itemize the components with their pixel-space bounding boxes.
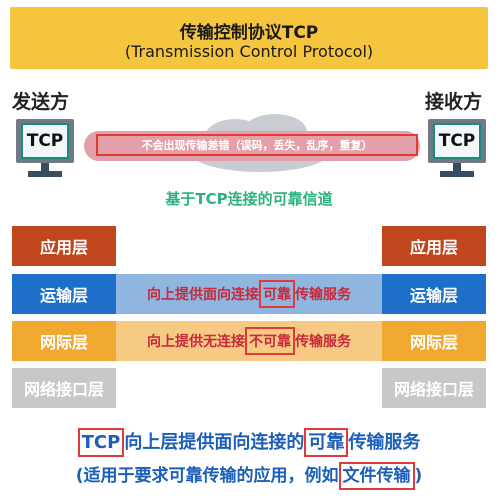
reliable-channel-label: 基于TCP连接的可靠信道: [165, 190, 333, 208]
right-application-layer: 应用层: [382, 226, 486, 266]
receiver-tcp-screen: TCP: [433, 123, 481, 159]
summary-reliable-highlight: 可靠: [304, 428, 349, 457]
left-application-layer: 应用层: [12, 226, 116, 266]
summary-line1-end: 传输服务: [348, 432, 421, 453]
summary-tcp-highlight: TCP: [77, 428, 125, 457]
reliable-highlight: 可靠: [259, 280, 295, 308]
summary-line2-end: ): [414, 466, 423, 486]
right-network-layer: 网际层: [382, 321, 486, 361]
summary-line-2: (适用于要求可靠传输的应用，例如 文件传输): [0, 461, 498, 490]
network-band-prefix: 向上提供无连接: [147, 334, 245, 350]
left-network-layer: 网际层: [12, 321, 116, 361]
sender-computer-icon: TCP: [16, 119, 74, 177]
sender-label: 发送方: [12, 91, 70, 113]
summary-line-1: TCP 向上层提供面向连接的 可靠 传输服务: [0, 428, 498, 457]
title-main: 传输控制协议TCP: [179, 23, 319, 43]
receiver-label: 接收方: [425, 91, 483, 113]
left-transport-layer: 运输层: [12, 274, 116, 314]
right-link-layer: 网络接口层: [382, 368, 486, 408]
receiver-computer-icon: TCP: [428, 119, 486, 177]
network-band-suffix: 传输服务: [295, 334, 351, 350]
file-transfer-highlight: 文件传输: [338, 462, 415, 490]
pipe-guarantee-text: 不会出现传输差错（误码，丢失，乱序，重复）: [96, 134, 418, 156]
transport-band-prefix: 向上提供面向连接: [147, 287, 259, 303]
network-service-band: 向上提供无连接 不可靠 传输服务: [116, 321, 382, 361]
transport-band-suffix: 传输服务: [295, 287, 351, 303]
summary-line2-start: (适用于要求可靠传输的应用，例如: [75, 466, 339, 486]
title-english: (Transmission Control Protocol): [124, 42, 374, 61]
right-transport-layer: 运输层: [382, 274, 486, 314]
left-link-layer: 网络接口层: [12, 368, 116, 408]
unreliable-highlight: 不可靠: [245, 327, 295, 355]
title-banner: 传输控制协议TCP (Transmission Control Protocol…: [10, 7, 488, 69]
summary-line1-middle: 向上层提供面向连接的: [124, 432, 305, 453]
transport-service-band: 向上提供面向连接 可靠 传输服务: [116, 274, 382, 314]
sender-tcp-screen: TCP: [21, 123, 69, 159]
